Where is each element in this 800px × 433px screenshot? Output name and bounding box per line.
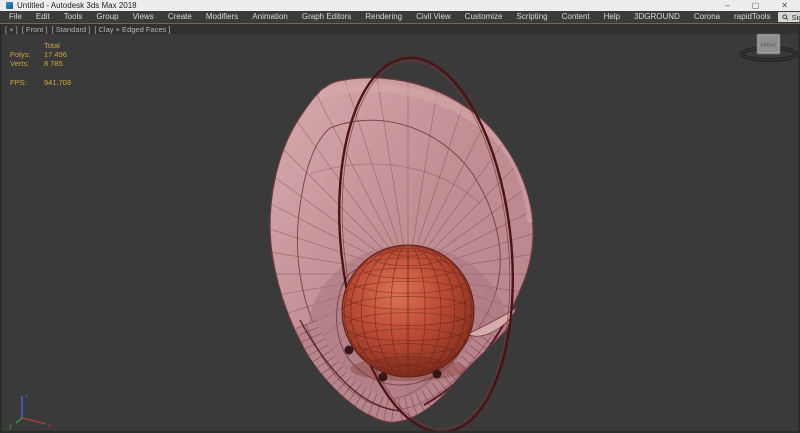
axis-x-label: x: [48, 423, 51, 429]
viewcube[interactable]: FRONT: [742, 34, 796, 60]
viewport-label-segment[interactable]: [ Front ]: [22, 25, 48, 34]
menu-item[interactable]: Corona: [687, 11, 727, 23]
title-bar: Untitled - Autodesk 3ds Max 2018 – ▢ ✕: [0, 0, 800, 11]
sign-in-label: Sign In: [792, 13, 800, 22]
viewport-canvas[interactable]: z x y FRONT: [0, 24, 800, 433]
close-icon[interactable]: ✕: [781, 0, 788, 11]
menu-item[interactable]: Edit: [29, 11, 57, 23]
menu-item[interactable]: Scripting: [509, 11, 554, 23]
viewport-label-segment[interactable]: [ Clay + Edged Faces ]: [94, 25, 170, 34]
menu-item[interactable]: Rendering: [358, 11, 409, 23]
statistic-value: Total: [44, 41, 71, 50]
menu-list: FileEditToolsGroupViewsCreateModifiersAn…: [2, 11, 778, 23]
statistics-row: Total: [10, 41, 71, 50]
axis-tripod-icon: z x y: [9, 394, 51, 430]
window-controls: – ▢ ✕: [725, 0, 796, 11]
menu-item[interactable]: Group: [89, 11, 125, 23]
menu-item[interactable]: File: [2, 11, 29, 23]
axis-y-label: y: [9, 424, 12, 430]
3dsmax-app-icon: [6, 2, 13, 9]
3dsmax-window: Untitled - Autodesk 3ds Max 2018 – ▢ ✕ F…: [0, 0, 800, 433]
menu-item[interactable]: Civil View: [409, 11, 458, 23]
window-title: Untitled - Autodesk 3ds Max 2018: [17, 1, 137, 10]
sphere-contact-shadow: [350, 357, 466, 381]
statistic-label: [10, 41, 40, 50]
statistic-label: FPS:: [10, 78, 40, 87]
viewport-statistics: Total Polys: 17 496 Verts: 8 785 FPS: 94…: [10, 41, 71, 87]
front-viewport[interactable]: [ + ] [ Front ] [ Standard ][ Clay + Edged…: [0, 24, 800, 433]
menu-item[interactable]: Views: [126, 11, 161, 23]
statistic-label: Polys:: [10, 50, 40, 59]
sign-in-button[interactable]: Sign In ▼: [778, 12, 800, 22]
statistic-value: 941.708: [44, 78, 71, 87]
minimize-icon[interactable]: –: [725, 0, 729, 11]
statistic-value: 8 785: [44, 59, 71, 68]
menu-item[interactable]: Modifiers: [199, 11, 245, 23]
statistics-row: Polys: 17 496: [10, 50, 71, 59]
menu-item[interactable]: Create: [161, 11, 199, 23]
menu-item[interactable]: Help: [597, 11, 627, 23]
statistics-row: Verts: 8 785: [10, 59, 71, 68]
menu-item[interactable]: Graph Editors: [295, 11, 358, 23]
maximize-icon[interactable]: ▢: [752, 0, 760, 11]
viewport-label-segment[interactable]: [ + ]: [5, 25, 18, 34]
menu-item[interactable]: 3DGROUND: [627, 11, 687, 23]
axis-z-label: z: [25, 394, 28, 400]
viewcube-front-face-label: FRONT: [761, 43, 777, 48]
statistic-value: 17 496: [44, 50, 71, 59]
search-icon: [782, 14, 789, 21]
viewport-label-segment[interactable]: [ Standard ]: [52, 25, 91, 34]
menu-item[interactable]: Tools: [57, 11, 90, 23]
statistics-row: FPS: 941.708: [10, 78, 71, 87]
menu-item[interactable]: Customize: [458, 11, 510, 23]
viewport-label-bar: [ + ] [ Front ] [ Standard ][ Clay + Edged…: [2, 24, 798, 34]
statistic-label: Verts:: [10, 59, 40, 68]
menu-item[interactable]: rapidTools: [727, 11, 777, 23]
menu-item[interactable]: Content: [555, 11, 597, 23]
menubar-right-cluster: Sign In ▼ Workspaces: Default ▼: [778, 12, 800, 22]
menu-bar: FileEditToolsGroupViewsCreateModifiersAn…: [0, 11, 800, 23]
menu-item[interactable]: Animation: [245, 11, 295, 23]
